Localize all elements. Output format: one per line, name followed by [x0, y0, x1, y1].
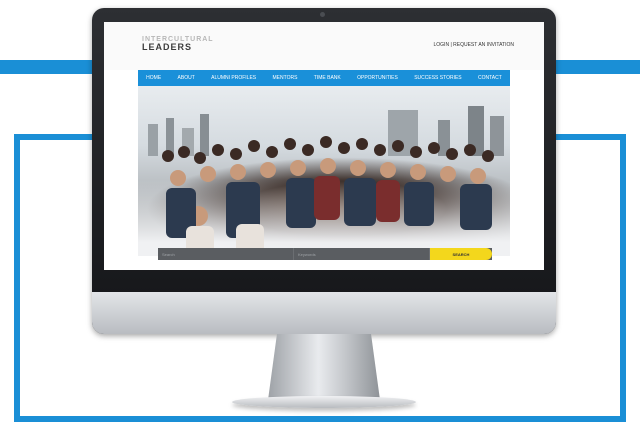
nav-item-alumni-profiles[interactable]: ALUMNI PROFILES — [211, 75, 256, 81]
search-bar: Search Keywords SEARCH — [158, 248, 492, 260]
account-links: LOGIN | REQUEST AN INVITATION — [434, 42, 515, 48]
nav-item-about[interactable]: ABOUT — [178, 75, 195, 81]
nav-item-home[interactable]: HOME — [146, 75, 161, 81]
monitor-base — [232, 396, 416, 408]
hero-group-photo — [138, 86, 510, 256]
link-separator: | — [450, 42, 452, 48]
camera-icon — [320, 12, 325, 17]
nav-item-time-bank[interactable]: TIME BANK — [314, 75, 341, 81]
frame-bar-left — [0, 60, 96, 74]
logo-line2: LEADERS — [142, 42, 193, 52]
nav-item-mentors[interactable]: MENTORS — [273, 75, 298, 81]
nav-item-success-stories[interactable]: SUCCESS STORIES — [414, 75, 461, 81]
nav-item-opportunities[interactable]: OPPORTUNITIES — [357, 75, 398, 81]
main-nav: HOME ABOUT ALUMNI PROFILES MENTORS TIME … — [138, 70, 510, 86]
search-input[interactable]: Search — [158, 248, 294, 260]
search-button[interactable]: SEARCH — [430, 248, 492, 260]
site-header: INTERCULTURAL LEADERS LOGIN | REQUEST AN… — [104, 22, 544, 70]
crowd-of-people — [162, 136, 494, 256]
nav-item-contact[interactable]: CONTACT — [478, 75, 502, 81]
login-link[interactable]: LOGIN — [434, 42, 450, 48]
request-invitation-link[interactable]: REQUEST AN INVITATION — [453, 42, 514, 48]
monitor-stand — [268, 334, 380, 400]
monitor-chin — [92, 292, 556, 334]
keywords-input[interactable]: Keywords — [294, 248, 430, 260]
site-logo[interactable]: INTERCULTURAL LEADERS — [142, 36, 214, 52]
website-screen: INTERCULTURAL LEADERS LOGIN | REQUEST AN… — [104, 22, 544, 270]
frame-bar-right — [548, 60, 640, 74]
